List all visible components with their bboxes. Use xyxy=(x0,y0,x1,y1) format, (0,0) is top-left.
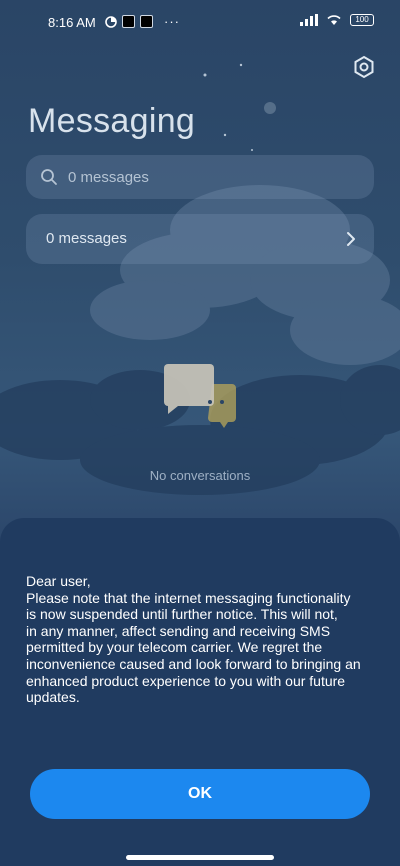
wifi-icon xyxy=(327,15,341,25)
settings-icon[interactable] xyxy=(350,53,378,81)
notice-body: Please note that the internet messaging … xyxy=(26,589,361,706)
messages-row[interactable]: 0 messages xyxy=(26,214,374,264)
notice-text: Dear user, Please note that the internet… xyxy=(26,573,392,706)
system-icons: 100 xyxy=(300,14,374,26)
signal-icon xyxy=(300,14,318,26)
home-indicator[interactable] xyxy=(126,855,274,860)
more-notifications-icon: ··· xyxy=(164,14,180,29)
message-notification-icon xyxy=(140,15,153,28)
notice-greeting: Dear user, xyxy=(26,573,91,589)
status-time: 8:16 AM xyxy=(48,15,96,30)
battery-icon: 100 xyxy=(350,14,374,26)
status-bar: 8:16 AM ··· 100 xyxy=(0,0,400,44)
data-saver-icon xyxy=(105,15,117,28)
search-placeholder: 0 messages xyxy=(68,169,149,186)
no-conversations-icon xyxy=(164,364,236,428)
ok-button[interactable]: OK xyxy=(30,769,370,819)
chevron-right-icon xyxy=(347,232,355,246)
search-icon xyxy=(41,169,57,185)
page-title: Messaging xyxy=(28,102,196,140)
notification-icons: ··· xyxy=(105,14,180,29)
messages-row-label: 0 messages xyxy=(46,230,127,247)
search-input[interactable]: 0 messages xyxy=(26,155,374,199)
app-notification-icon xyxy=(122,15,135,28)
empty-state-text: No conversations xyxy=(149,468,251,483)
